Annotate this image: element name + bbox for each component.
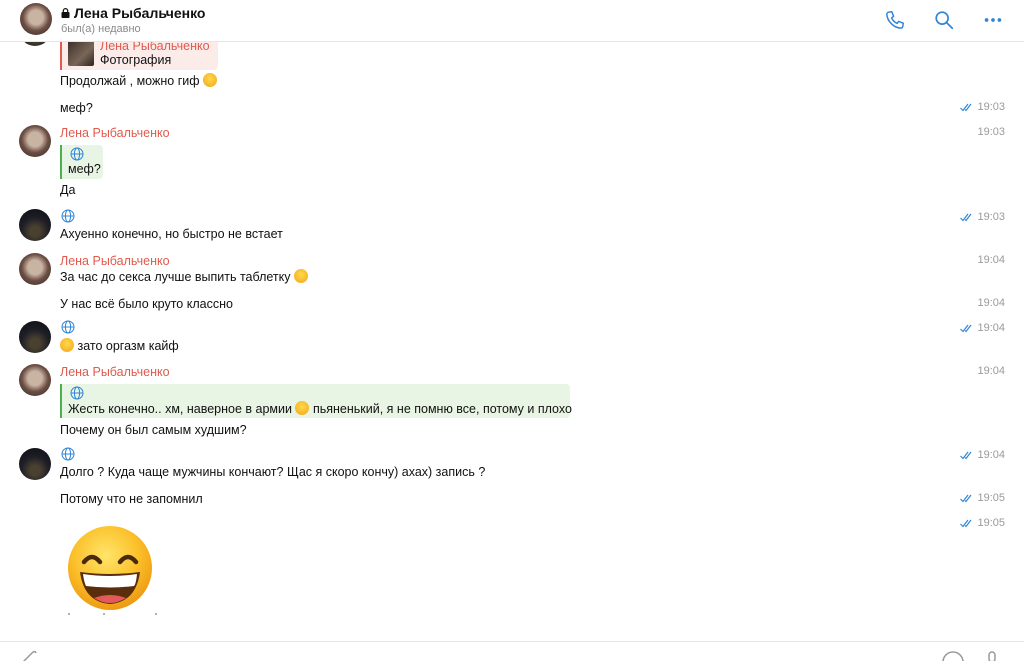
photo-thumbnail (68, 40, 94, 66)
message-time: 19:04 (977, 365, 1005, 377)
laughing-emoji-icon (60, 338, 74, 352)
search-icon[interactable] (933, 9, 955, 31)
message-text: Долго ? Куда чаще мужчины кончают? Щас я… (60, 465, 486, 479)
message-time: 19:04 (960, 322, 1005, 334)
quote-text: меф? (68, 162, 101, 176)
sender-avatar[interactable] (19, 125, 51, 157)
globe-icon (70, 147, 84, 161)
message-time: 19:04 (977, 254, 1005, 266)
message-composer[interactable] (0, 641, 1024, 661)
message-time: 19:05 (960, 517, 1005, 529)
sender-avatar[interactable] (19, 448, 51, 480)
globe-icon (61, 209, 75, 223)
sender-avatar[interactable] (19, 321, 51, 353)
double-check-icon (960, 213, 972, 221)
message-sender[interactable]: Лена Рыбальченко (60, 254, 170, 268)
message-time: 19:03 (960, 211, 1005, 223)
double-check-icon (960, 494, 972, 502)
message-time: 19:03 (977, 126, 1005, 138)
heart-eyes-emoji-icon (203, 73, 217, 87)
message-time: 19:03 (960, 101, 1005, 113)
reply-quote[interactable]: меф? (60, 145, 103, 179)
globe-icon (61, 320, 75, 334)
sender-avatar[interactable] (19, 253, 51, 285)
message-text: Потому что не запомнил (60, 492, 203, 506)
reply-quote[interactable]: Жесть конечно.. хм, наверное в армии пья… (60, 384, 572, 418)
message-text: Почему он был самым худшим? (60, 423, 247, 437)
message-time: 19:04 (960, 449, 1005, 461)
quote-text: Фотография (100, 53, 172, 67)
message-text: зато оргазм кайф (60, 338, 179, 353)
message-time: 19:05 (960, 492, 1005, 504)
message-text: За час до секса лучше выпить таблетку (60, 269, 308, 284)
message-text: Продолжай , можно гиф (60, 73, 217, 88)
lock-icon (61, 8, 70, 18)
message-text: меф? (60, 101, 93, 115)
phone-icon[interactable] (884, 9, 906, 31)
contact-status: был(а) недавно (61, 23, 141, 35)
double-check-icon (960, 324, 972, 332)
message-time: 19:04 (977, 297, 1005, 309)
contact-title[interactable]: Лена Рыбальченко (61, 5, 205, 21)
message-sender[interactable]: Лена Рыбальченко (60, 365, 170, 379)
globe-icon (61, 447, 75, 461)
sender-avatar[interactable] (19, 364, 51, 396)
grinning-face-sticker[interactable] (64, 526, 158, 616)
emoji-icon[interactable] (942, 651, 964, 661)
laughing-emoji-icon (295, 401, 310, 415)
attach-icon[interactable] (20, 650, 38, 661)
message-sender[interactable]: Лена Рыбальченко (60, 126, 170, 140)
microphone-icon[interactable] (986, 651, 998, 661)
double-check-icon (960, 451, 972, 459)
sender-avatar[interactable] (19, 209, 51, 241)
more-icon[interactable] (982, 9, 1004, 31)
grin-emoji-icon (294, 269, 308, 283)
quote-text: Жесть конечно.. хм, наверное в армии пья… (68, 401, 572, 416)
globe-icon (70, 386, 84, 400)
message-text: Ахуенно конечно, но быстро не встает (60, 227, 283, 241)
reply-quote[interactable]: Лена Рыбальченко Фотография (60, 38, 218, 70)
double-check-icon (960, 103, 972, 111)
message-text: Да (60, 183, 76, 197)
double-check-icon (960, 519, 972, 527)
message-text: У нас всё было круто классно (60, 297, 233, 311)
chat-header: Лена Рыбальченко был(а) недавно (0, 0, 1024, 42)
contact-avatar[interactable] (20, 3, 52, 35)
contact-name: Лена Рыбальченко (74, 5, 206, 21)
